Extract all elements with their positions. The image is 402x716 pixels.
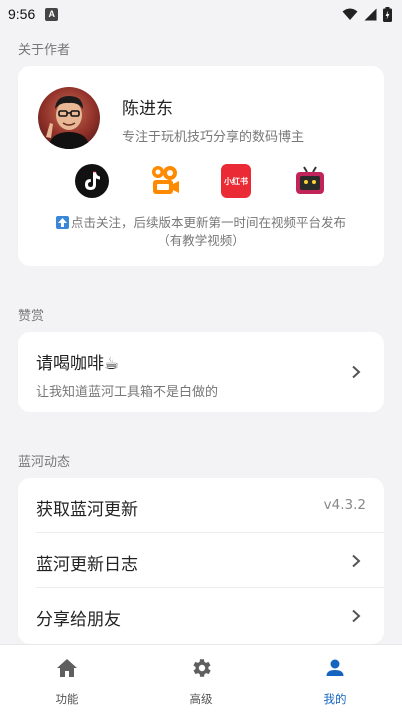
share-label: 分享给朋友 [36, 610, 121, 630]
up-arrow-icon [55, 216, 69, 229]
person-icon [326, 659, 344, 676]
nav-tab-functions[interactable]: 功能 [0, 645, 134, 716]
xiaohongshu-icon[interactable]: 小红书 [221, 164, 251, 198]
version-text: v4.3.2 [323, 497, 366, 513]
bottom-nav: 功能 高级 我的 [0, 644, 402, 716]
notification-icon: A [45, 7, 59, 21]
chevron-right-icon [352, 554, 361, 568]
section-title-updates: 蓝河动态 [18, 455, 71, 470]
author-description: 专注于玩机技巧分享的数码博主 [122, 130, 305, 145]
get-update-label: 获取蓝河更新 [36, 500, 138, 520]
section-title-about: 关于作者 [18, 43, 71, 58]
kuaishou-icon[interactable] [148, 164, 182, 198]
nav-tab-label: 高级 [189, 692, 213, 706]
avatar [38, 87, 100, 149]
follow-hint-text: 点击关注，后续版本更新第一时间在视频平台发布 [70, 215, 346, 230]
share-item[interactable]: 分享给朋友 [18, 588, 384, 643]
follow-hint: 点击关注，后续版本更新第一时间在视频平台发布 [18, 212, 384, 231]
status-indicators [342, 6, 392, 22]
gear-icon [193, 659, 211, 677]
bilibili-icon[interactable] [293, 164, 327, 198]
nav-tab-mine[interactable]: 我的 [268, 645, 402, 716]
nav-tab-advanced[interactable]: 高级 [134, 645, 268, 716]
avatar-illustration [46, 96, 90, 149]
get-update-item[interactable]: 获取蓝河更新 v4.3.2 [18, 478, 384, 533]
section-title-appreciation: 赞赏 [18, 309, 45, 324]
battery-icon [383, 6, 392, 22]
updates-card: 获取蓝河更新 v4.3.2 蓝河更新日志 分享给朋友 [18, 478, 384, 644]
status-bar: 9:56 A [0, 0, 402, 28]
nav-tab-label: 我的 [323, 692, 347, 706]
follow-hint-subtext: （有教学视频） [157, 233, 245, 248]
chevron-right-icon [352, 365, 361, 379]
changelog-label: 蓝河更新日志 [36, 555, 138, 575]
nav-tab-label: 功能 [55, 692, 79, 706]
author-card: 陈进东 专注于玩机技巧分享的数码博主 小红书 点击关注，后续版本更新第一时间在视… [18, 66, 384, 266]
changelog-item[interactable]: 蓝河更新日志 [18, 533, 384, 588]
xiaohongshu-label: 小红书 [224, 176, 248, 186]
status-time: 9:56 [8, 6, 36, 22]
buy-coffee-title: 请喝咖啡☕ [36, 354, 120, 374]
buy-coffee-subtitle: 让我知道蓝河工具箱不是白做的 [36, 385, 219, 400]
douyin-icon[interactable] [75, 164, 109, 198]
signal-icon [364, 8, 377, 20]
buy-coffee-item[interactable]: 请喝咖啡☕ 让我知道蓝河工具箱不是白做的 [18, 332, 384, 412]
home-icon [57, 659, 77, 677]
author-name: 陈进东 [122, 99, 173, 119]
chevron-right-icon [352, 609, 361, 623]
wifi-icon [342, 8, 358, 20]
